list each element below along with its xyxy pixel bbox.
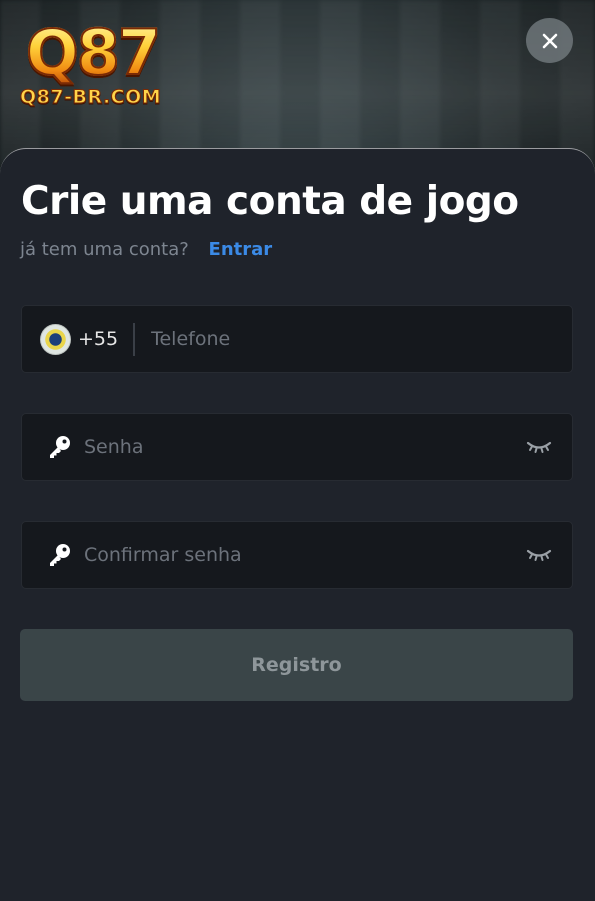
password-field — [21, 413, 573, 481]
phone-input[interactable] — [151, 306, 572, 372]
close-button[interactable] — [526, 18, 573, 63]
app-screen: Q87 Q87-BR.COM Crie uma conta de jogo já… — [0, 0, 595, 901]
logo-wordmark: Q87 — [25, 16, 162, 89]
key-icon — [50, 436, 70, 458]
close-icon — [542, 33, 557, 48]
register-button[interactable]: Registro — [20, 629, 573, 701]
eye-closed-icon[interactable] — [526, 439, 552, 455]
eye-closed-icon[interactable] — [526, 547, 552, 563]
country-code: +55 — [78, 328, 119, 350]
login-prompt-row: já tem uma conta? Entrar — [20, 239, 272, 260]
field-divider — [133, 322, 136, 356]
register-sheet: Crie uma conta de jogo já tem uma conta?… — [0, 148, 595, 901]
confirm-password-input[interactable] — [84, 522, 526, 588]
country-code-selector[interactable]: +55 — [40, 306, 118, 372]
key-icon — [50, 544, 70, 566]
login-prompt-text: já tem uma conta? — [20, 239, 189, 260]
brand-logo: Q87 Q87-BR.COM — [19, 16, 190, 113]
password-input[interactable] — [84, 414, 526, 480]
phone-field: +55 — [21, 305, 573, 373]
login-link[interactable]: Entrar — [209, 239, 273, 260]
confirm-password-field — [21, 521, 573, 589]
page-title: Crie uma conta de jogo — [21, 179, 519, 224]
logo-domain: Q87-BR.COM — [19, 86, 162, 109]
brazil-flag-icon — [40, 323, 71, 355]
